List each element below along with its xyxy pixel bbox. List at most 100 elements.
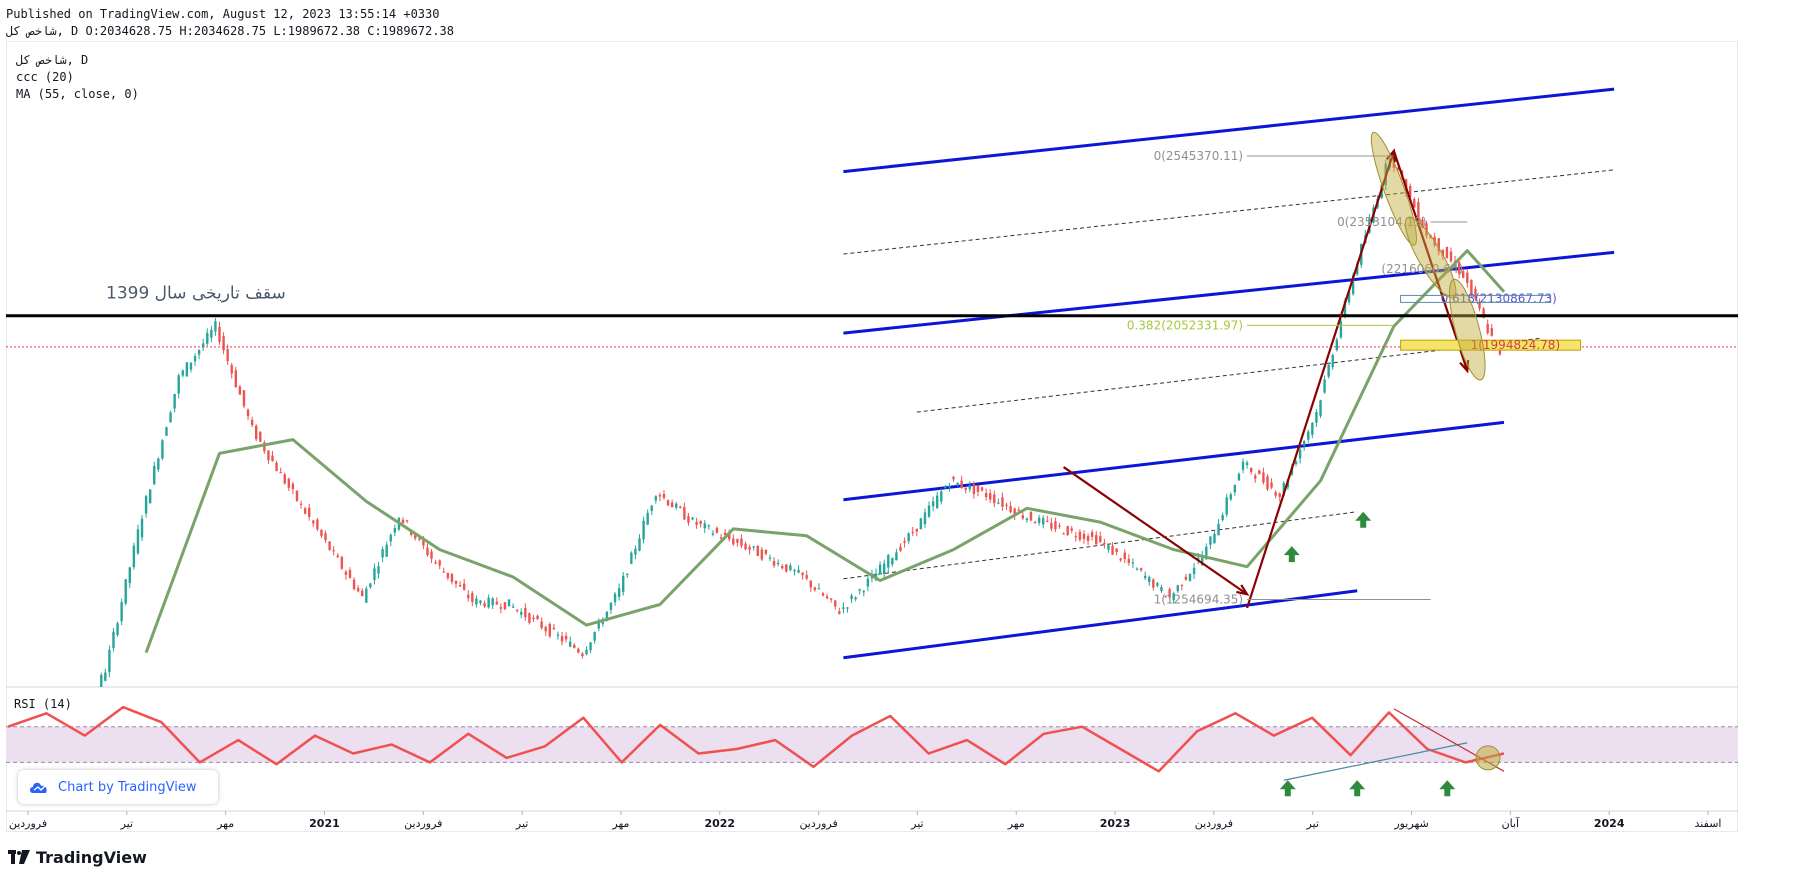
candle-body bbox=[915, 528, 918, 532]
candle-body bbox=[1090, 532, 1094, 537]
candle-body bbox=[923, 512, 927, 525]
candle-body bbox=[960, 480, 963, 489]
candle-body bbox=[540, 621, 543, 629]
candle-body bbox=[124, 579, 127, 604]
candle-body bbox=[255, 425, 258, 440]
candle-body bbox=[1274, 492, 1277, 496]
candle-body bbox=[1025, 518, 1029, 521]
tradingview-watermark[interactable]: Chart by TradingView bbox=[18, 770, 218, 804]
time-tick-label: 2021 bbox=[309, 817, 340, 830]
candle-body bbox=[528, 613, 531, 623]
candle-body bbox=[846, 607, 849, 609]
candle-body bbox=[181, 370, 184, 376]
time-tick-label: فروردین bbox=[1195, 817, 1233, 830]
candle-body bbox=[670, 502, 674, 508]
candle-body bbox=[1192, 567, 1196, 575]
candle-body bbox=[218, 326, 221, 343]
candle-body bbox=[336, 555, 339, 558]
candle-body bbox=[1152, 579, 1155, 588]
candle-body bbox=[1311, 422, 1314, 435]
candle-body bbox=[389, 534, 392, 542]
candle-body bbox=[785, 564, 788, 572]
candle-body bbox=[491, 598, 494, 606]
candle-body bbox=[177, 375, 180, 394]
candle-body bbox=[312, 520, 315, 524]
candle-body bbox=[984, 492, 988, 498]
candle-body bbox=[1078, 531, 1082, 540]
candle-body bbox=[1062, 533, 1065, 535]
candle-body bbox=[654, 496, 658, 501]
candle-body bbox=[1188, 574, 1192, 581]
candle-body bbox=[997, 502, 1000, 504]
candle-body bbox=[1123, 552, 1126, 560]
candle-body bbox=[964, 487, 967, 490]
candle-body bbox=[630, 552, 633, 564]
candle-body bbox=[772, 560, 776, 566]
candle-body bbox=[882, 563, 886, 575]
candle-body bbox=[487, 597, 490, 608]
candle-body bbox=[1001, 497, 1004, 507]
time-tick-label: تیر bbox=[1305, 817, 1318, 830]
candle-body bbox=[626, 573, 629, 575]
candle-body bbox=[144, 496, 148, 514]
candle-body bbox=[764, 549, 768, 554]
candle-body bbox=[797, 569, 800, 573]
candle-body bbox=[1184, 576, 1188, 580]
candle-body bbox=[1119, 558, 1122, 561]
candle-body bbox=[189, 362, 193, 370]
candle-body bbox=[250, 419, 254, 426]
candle-body bbox=[617, 588, 621, 597]
candle-body bbox=[899, 546, 902, 551]
tradingview-brand: TradingView bbox=[8, 846, 147, 868]
candle-body bbox=[136, 529, 140, 554]
candle-body bbox=[805, 575, 808, 579]
candle-body bbox=[259, 431, 262, 442]
chart-frame[interactable]: 0(2545370.11) 1(1254694.35) 0.382(2052331.… bbox=[5, 40, 1812, 833]
candle-body bbox=[838, 611, 841, 614]
candle-body bbox=[1021, 515, 1025, 519]
candle-body bbox=[361, 590, 364, 597]
candle-body bbox=[316, 519, 319, 530]
candle-body bbox=[120, 602, 123, 622]
candle-body bbox=[356, 588, 360, 592]
candle-body bbox=[495, 601, 498, 605]
time-tick-label: 2024 bbox=[1594, 817, 1625, 830]
candle-body bbox=[148, 489, 152, 504]
candle-body bbox=[887, 555, 890, 568]
candle-body bbox=[834, 600, 837, 607]
candle-body bbox=[662, 494, 666, 498]
fib-382-label: 0.382(2052331.97) bbox=[1127, 318, 1243, 332]
candle-body bbox=[740, 538, 743, 546]
price-chart[interactable]: 0(2545370.11) 1(1254694.35) 0.382(2052331.… bbox=[5, 40, 1812, 833]
candle-body bbox=[462, 583, 466, 590]
candle-body bbox=[1115, 548, 1118, 553]
candle-body bbox=[1180, 584, 1184, 586]
candle-body bbox=[242, 390, 246, 407]
candle-body bbox=[161, 440, 164, 459]
candle-body bbox=[1086, 535, 1090, 542]
candle-body bbox=[467, 594, 470, 599]
candle-body bbox=[919, 518, 923, 530]
brand-name: TradingView bbox=[36, 847, 147, 867]
time-tick-label: فروردین bbox=[799, 817, 837, 830]
candle-body bbox=[568, 641, 572, 647]
candle-body bbox=[1335, 339, 1339, 351]
candle-body bbox=[140, 518, 144, 538]
candle-body bbox=[157, 458, 160, 470]
candle-body bbox=[418, 538, 421, 540]
candle-body bbox=[352, 579, 356, 589]
candle-body bbox=[703, 523, 706, 529]
candle-body bbox=[911, 531, 914, 534]
candle-body bbox=[173, 393, 176, 409]
legend-symbol: شاخص کل, D bbox=[16, 53, 89, 67]
candle-body bbox=[752, 546, 755, 548]
candle-body bbox=[128, 567, 131, 584]
candle-body bbox=[1131, 562, 1135, 564]
candle-body bbox=[622, 575, 625, 592]
candle-body bbox=[238, 386, 242, 395]
candle-body bbox=[1323, 379, 1326, 393]
candle-body bbox=[760, 549, 764, 560]
candle-body bbox=[1245, 462, 1249, 466]
candle-body bbox=[968, 485, 972, 490]
candle-body bbox=[634, 548, 637, 555]
